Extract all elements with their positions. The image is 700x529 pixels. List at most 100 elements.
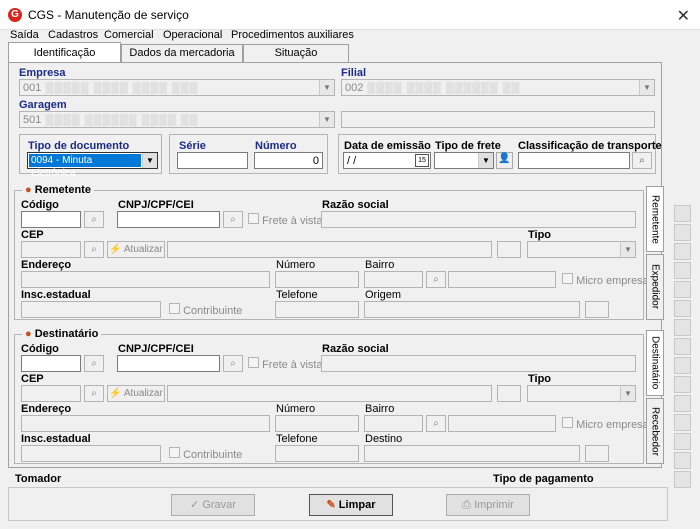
classificacao-input[interactable] — [518, 152, 630, 169]
dest-tipo-select[interactable]: ▼ — [527, 385, 636, 402]
gear-icon[interactable] — [674, 224, 691, 241]
side-tab-destinatario[interactable]: Destinatário — [646, 330, 664, 396]
side-tab-recebedor[interactable]: Recebedor — [646, 398, 664, 464]
binoculars-icon[interactable]: ⌕ — [84, 241, 104, 258]
rem-insc-input — [21, 301, 161, 318]
list-icon[interactable] — [674, 395, 691, 412]
tag-icon[interactable] — [674, 281, 691, 298]
menu-operacional[interactable]: Operacional — [163, 29, 222, 41]
truck-icon[interactable] — [674, 338, 691, 355]
binoculars-icon[interactable]: ⌕ — [84, 211, 104, 228]
dest-endereco-label: Endereço — [21, 403, 72, 415]
check-icon[interactable] — [674, 205, 691, 222]
binoculars-icon[interactable]: ⌕ — [223, 355, 243, 372]
dest-micro-checkbox[interactable]: Micro empresa — [562, 417, 649, 431]
rem-codigo-input[interactable] — [21, 211, 81, 228]
garagem-value: 501 — [23, 114, 42, 126]
app-logo-icon: G — [8, 8, 22, 22]
pages-icon[interactable] — [674, 319, 691, 336]
dest-insc-label: Insc.estadual — [21, 433, 91, 445]
rem-contribuinte-checkbox[interactable]: Contribuinte — [169, 303, 242, 317]
tool-icon[interactable] — [674, 471, 691, 488]
dest-cnpj-label: CNPJ/CPF/CEI — [118, 343, 194, 355]
rem-tipo-select[interactable]: ▼ — [527, 241, 636, 258]
tab-identificacao[interactable]: Identificação — [8, 42, 121, 62]
binoculars-icon[interactable]: ⌕ — [84, 385, 104, 402]
dest-bairro-desc — [448, 415, 556, 432]
person-search-icon[interactable]: 👤 — [496, 152, 513, 169]
dest-contribuinte-label: Contribuinte — [183, 449, 243, 461]
binoculars-icon[interactable]: ⌕ — [426, 271, 446, 288]
tipo-documento-value: 0094 - Minuta Eletrônica — [29, 154, 141, 179]
rem-razao-label: Razão social — [322, 199, 389, 211]
imprimir-button[interactable]: ⎙ Imprimir — [446, 494, 530, 516]
document-icon[interactable] — [674, 243, 691, 260]
empresa-combo[interactable]: 001 ▒▒▒▒▒ ▒▒▒▒ ▒▒▒▒ ▒▒▒ ▼ — [19, 79, 335, 96]
destinatario-title-text: Destinatário — [34, 328, 99, 340]
dest-frete-checkbox[interactable]: Frete à vista — [248, 357, 323, 371]
tab-dados-mercadoria[interactable]: Dados da mercadoria — [121, 44, 243, 62]
circle-icon[interactable] — [674, 262, 691, 279]
numero-input[interactable]: 0 — [254, 152, 323, 169]
menu-cadastros[interactable]: Cadastros — [48, 29, 98, 41]
rem-insc-label: Insc.estadual — [21, 289, 91, 301]
rem-uf — [497, 241, 521, 258]
rem-frete-checkbox[interactable]: Frete à vista — [248, 213, 323, 227]
arrow-icon[interactable] — [674, 300, 691, 317]
dest-frete-label: Frete à vista — [262, 359, 323, 371]
serie-input[interactable] — [177, 152, 248, 169]
dest-cnpj-input[interactable] — [117, 355, 220, 372]
dest-atualizar-button[interactable]: ⚡ Atualizar — [107, 385, 165, 402]
rem-cep-input[interactable] — [21, 241, 81, 258]
dest-insc-input — [21, 445, 161, 462]
dest-bairro-label: Bairro — [365, 403, 395, 415]
rem-micro-checkbox[interactable]: Micro empresa — [562, 273, 649, 287]
menu-procedimentos[interactable]: Procedimentos auxiliares — [231, 29, 354, 41]
binoculars-icon[interactable]: ⌕ — [426, 415, 446, 432]
classificacao-label: Classificação de transporte — [518, 140, 662, 152]
rem-atualizar-button[interactable]: ⚡ Atualizar — [107, 241, 165, 258]
print-icon[interactable] — [674, 433, 691, 450]
side-tab-remetente[interactable]: Remetente — [646, 186, 664, 252]
chevron-down-icon: ▼ — [620, 242, 635, 257]
dest-destino-input — [364, 445, 580, 462]
gravar-label: Gravar — [202, 499, 236, 511]
report-icon[interactable] — [674, 414, 691, 431]
dest-micro-label: Micro empresa — [576, 419, 649, 431]
edit-icon[interactable] — [674, 376, 691, 393]
rem-cep-desc — [167, 241, 492, 258]
garagem-extra-field — [341, 111, 655, 128]
tipo-documento-select[interactable]: 0094 - Minuta Eletrônica ▼ — [27, 152, 158, 179]
chevron-down-icon: ▼ — [319, 112, 334, 127]
side-tab-expedidor[interactable]: Expedidor — [646, 254, 664, 320]
dest-destino-label: Destino — [365, 433, 403, 445]
tipo-pagamento-label: Tipo de pagamento — [493, 473, 594, 485]
tipo-frete-select[interactable]: ▼ — [434, 152, 494, 169]
link-icon[interactable] — [674, 452, 691, 469]
box-icon[interactable] — [674, 357, 691, 374]
chevron-down-icon: ▼ — [620, 386, 635, 401]
dest-codigo-input[interactable] — [21, 355, 81, 372]
binoculars-icon[interactable]: ⌕ — [223, 211, 243, 228]
remetente-title-text: Remetente — [34, 184, 91, 196]
filial-label: Filial — [341, 67, 367, 79]
gravar-button[interactable]: ✓ Gravar — [171, 494, 255, 516]
limpar-button[interactable]: ✎ Limpar — [309, 494, 393, 516]
calendar-icon[interactable]: 15 — [415, 154, 429, 167]
binoculars-icon[interactable]: ⌕ — [632, 152, 652, 169]
data-emissao-input[interactable]: / / 15 — [343, 152, 431, 169]
title-bar: G CGS - Manutenção de serviço ✕ — [0, 0, 700, 30]
menu-comercial[interactable]: Comercial — [104, 29, 154, 41]
chevron-down-icon: ▼ — [142, 153, 157, 168]
binoculars-icon[interactable]: ⌕ — [84, 355, 104, 372]
tab-situacao[interactable]: Situação — [243, 44, 349, 62]
dest-uf — [497, 385, 521, 402]
dest-contribuinte-checkbox[interactable]: Contribuinte — [169, 447, 242, 461]
close-icon[interactable]: ✕ — [677, 6, 690, 26]
filial-combo[interactable]: 002 ▒▒▒▒ ▒▒▒▒ ▒▒▒▒▒▒ ▒▒ ▼ — [341, 79, 655, 96]
menu-saida[interactable]: Saída — [10, 29, 39, 41]
empresa-value: 001 — [23, 82, 42, 94]
garagem-combo[interactable]: 501 ▒▒▒▒ ▒▒▒▒▒▒ ▒▒▒▒ ▒▒ ▼ — [19, 111, 335, 128]
rem-cnpj-input[interactable] — [117, 211, 220, 228]
dest-cep-input[interactable] — [21, 385, 81, 402]
